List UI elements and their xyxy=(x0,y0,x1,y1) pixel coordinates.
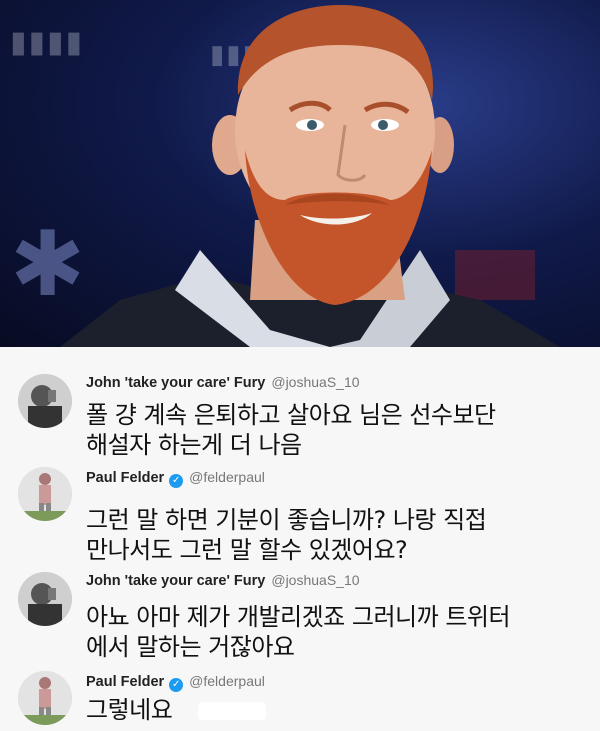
tweet-header: John 'take your care' Fury @joshuaS_10 xyxy=(86,572,360,589)
tweet-text-line: 해설자 하는게 더 나음 xyxy=(86,431,302,459)
tweet-header: Paul Felder ✓ @felderpaul xyxy=(86,469,265,488)
tweet-text-line: 아뇨 아마 제가 개발리겠죠 그러니까 트위터 xyxy=(86,603,511,631)
tweet-text-line: 만나서도 그런 말 할수 있겠어요? xyxy=(86,536,408,564)
tweet-text-line: 에서 말하는 거잖아요 xyxy=(86,633,295,661)
avatar[interactable] xyxy=(18,374,72,428)
verified-badge-icon: ✓ xyxy=(169,474,184,488)
white-highlight xyxy=(198,702,266,720)
user-handle[interactable]: @felderpaul xyxy=(189,673,265,689)
user-handle[interactable]: @felderpaul xyxy=(189,469,265,485)
tweet-text: 폴 걍 계속 은퇴하고 살아요 님은 선수보단 해설자 하는게 더 나음 xyxy=(86,400,596,460)
tweet-header: Paul Felder ✓ @felderpaul xyxy=(86,673,265,692)
tweet: Paul Felder ✓ @felderpaul 그렇네요 xyxy=(0,665,600,731)
verified-badge-icon: ✓ xyxy=(169,678,184,692)
man-illustration xyxy=(60,5,560,347)
tweet-text-line: 그런 말 하면 기분이 좋습니까? 나랑 직접 xyxy=(86,506,487,534)
display-name[interactable]: Paul Felder xyxy=(86,674,164,690)
tweet-header: John 'take your care' Fury @joshuaS_10 xyxy=(86,374,360,391)
display-name[interactable]: John 'take your care' Fury xyxy=(86,573,265,589)
avatar[interactable] xyxy=(18,467,72,521)
tweet: John 'take your care' Fury @joshuaS_10 아뇨… xyxy=(0,564,600,664)
tweet-text-line: 그렇네요 xyxy=(86,696,173,724)
avatar[interactable] xyxy=(18,572,72,626)
tweet: Paul Felder ✓ @felderpaul 그런 말 하면 기분이 좋습니까… xyxy=(0,463,600,565)
profile-photo: ▮▮▮▮ ▮▮▮ ✱ xyxy=(0,0,600,347)
tweet-text: 그런 말 하면 기분이 좋습니까? 나랑 직접 만나서도 그런 말 할수 있겠어… xyxy=(86,505,596,565)
display-name[interactable]: Paul Felder xyxy=(86,470,164,486)
display-name[interactable]: John 'take your care' Fury xyxy=(86,375,265,391)
tweet: John 'take your care' Fury @joshuaS_10 폴 … xyxy=(0,360,600,460)
tweet-text: 아뇨 아마 제가 개발리겠죠 그러니까 트위터 에서 말하는 거잖아요 xyxy=(86,602,596,662)
tweet-text-line: 폴 걍 계속 은퇴하고 살아요 님은 선수보단 xyxy=(86,401,496,429)
user-handle[interactable]: @joshuaS_10 xyxy=(271,374,359,390)
tweet-text: 그렇네요 xyxy=(86,695,596,725)
user-handle[interactable]: @joshuaS_10 xyxy=(271,572,359,588)
avatar[interactable] xyxy=(18,671,72,725)
